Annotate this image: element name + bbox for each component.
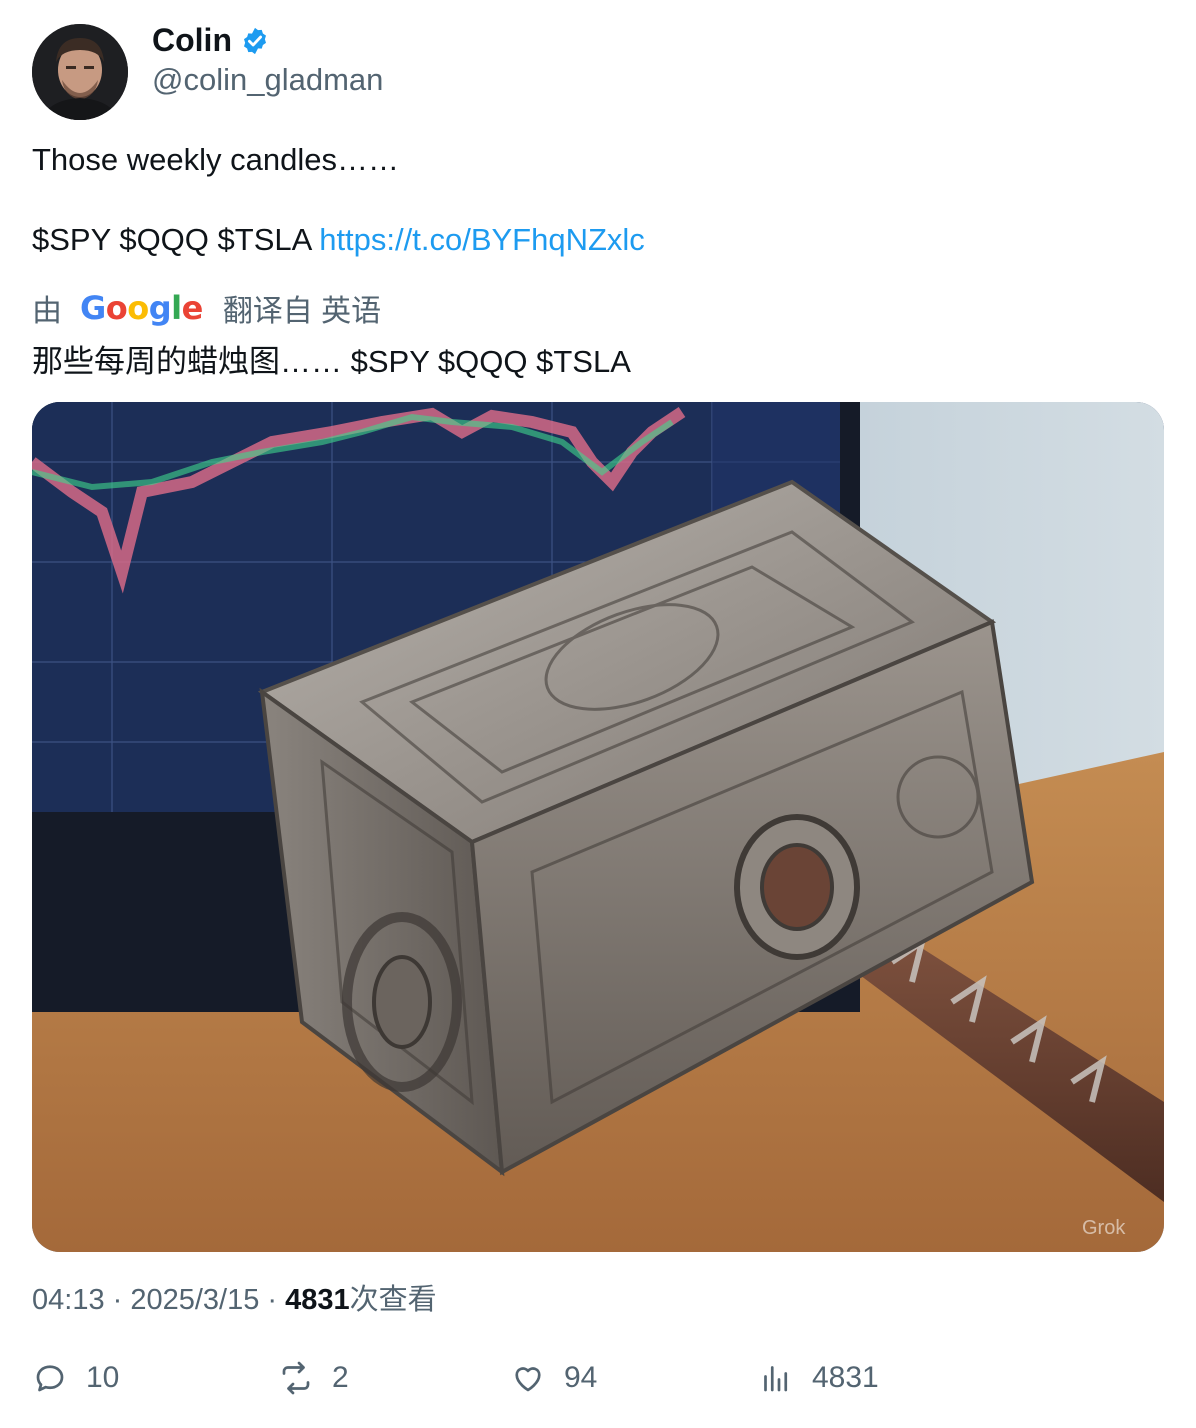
tweet-link[interactable]: https://t.co/BYFhqNZxlc bbox=[319, 222, 645, 257]
views-button[interactable]: 4831 bbox=[758, 1360, 879, 1396]
translated-text: 那些每周的蜡烛图…… $SPY $QQQ $TSLA bbox=[32, 344, 631, 379]
like-count: 94 bbox=[564, 1361, 598, 1394]
like-button[interactable]: 94 bbox=[510, 1360, 597, 1396]
hammer-photo-icon: Grok bbox=[32, 402, 1164, 1252]
grok-watermark: Grok bbox=[1082, 1217, 1126, 1239]
author-name-row[interactable]: Colin bbox=[152, 22, 270, 59]
views-count: 4831 bbox=[285, 1284, 350, 1316]
views-label: 次查看 bbox=[349, 1284, 437, 1316]
repost-icon bbox=[282, 1361, 310, 1395]
translated-by-label: 由 bbox=[32, 295, 62, 328]
translated-from-label: 翻译自 英语 bbox=[222, 295, 382, 328]
views-action-count: 4831 bbox=[812, 1361, 879, 1394]
author-handle[interactable]: @colin_gladman bbox=[152, 62, 383, 98]
meta-separator: · bbox=[259, 1284, 286, 1316]
tweet-text-tickers-line: $SPY $QQQ $TSLA https://t.co/BYFhqNZxlc bbox=[32, 222, 645, 258]
meta-separator: · bbox=[104, 1284, 131, 1316]
tweet-time[interactable]: 04:13 bbox=[32, 1284, 105, 1316]
ticker-text: $SPY $QQQ $TSLA bbox=[32, 222, 320, 257]
tweet: Colin @colin_gladman Those weekly candle… bbox=[0, 0, 1196, 1428]
translation-attribution: 由 Google 翻译自 英语 bbox=[32, 286, 381, 330]
tweet-meta: 04:13 · 2025/3/15 · 4831次查看 bbox=[32, 1276, 437, 1318]
tweet-media-image[interactable]: Grok bbox=[32, 402, 1164, 1252]
tweet-text-line: Those weekly candles…… bbox=[32, 142, 399, 177]
google-logo: Google bbox=[80, 289, 203, 327]
tweet-date[interactable]: 2025/3/15 bbox=[130, 1284, 259, 1316]
repost-count: 2 bbox=[332, 1361, 349, 1394]
verified-badge-icon bbox=[243, 27, 266, 54]
reply-button[interactable]: 10 bbox=[32, 1360, 119, 1396]
tweet-actions: 10 2 94 4831 bbox=[32, 1360, 1164, 1408]
heart-icon bbox=[515, 1367, 541, 1392]
repost-button[interactable]: 2 bbox=[278, 1360, 349, 1396]
avatar[interactable] bbox=[32, 24, 128, 120]
display-name[interactable]: Colin bbox=[152, 22, 232, 59]
user-avatar-icon bbox=[32, 24, 128, 120]
reply-count: 10 bbox=[86, 1361, 120, 1394]
analytics-icon bbox=[764, 1366, 788, 1392]
reply-icon bbox=[36, 1365, 64, 1392]
